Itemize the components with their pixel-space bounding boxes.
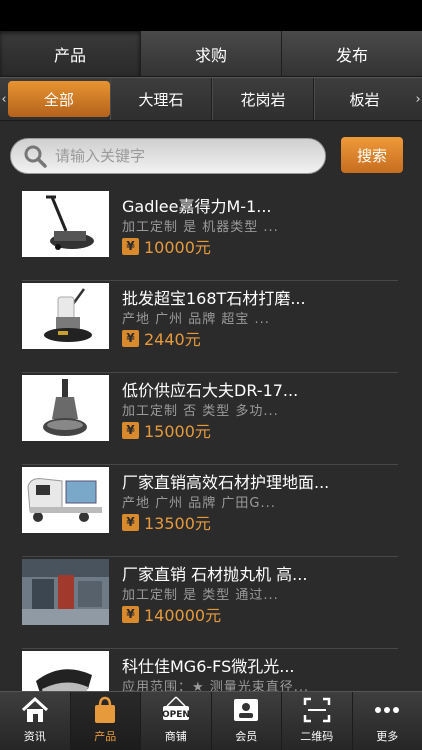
product-list: Gadlee嘉得力M-1... 加工定制 是 机器类型 ... ¥ 10000元… [0, 189, 422, 741]
nav-more[interactable]: 更多 [353, 692, 422, 750]
product-specs: 加工定制 是 类型 通过... [122, 588, 279, 603]
scan-icon [303, 697, 330, 723]
nav-label: 资讯 [23, 730, 46, 743]
price-value: 13500元 [144, 514, 211, 533]
product-title: Gadlee嘉得力M-1... [122, 197, 272, 216]
nav-products[interactable]: 产品 [70, 692, 141, 750]
product-specs: 产地 广州 品牌 超宝 ... [122, 312, 270, 327]
id-card-icon [234, 699, 259, 721]
product-price: ¥ 140000元 [122, 602, 221, 626]
product-thumbnail [22, 467, 109, 533]
product-thumbnail [22, 283, 109, 349]
yen-icon: ¥ [122, 513, 139, 531]
chevron-left-icon[interactable]: ‹ [0, 78, 8, 120]
product-title: 科仕佳MG6-FS微孔光... [122, 657, 295, 676]
yen-icon: ¥ [122, 329, 139, 347]
bottom-nav: 资讯 产品 OPEN 商铺 会员 二维码 更多 [0, 691, 422, 750]
price-value: 140000元 [144, 606, 222, 625]
list-item[interactable]: Gadlee嘉得力M-1... 加工定制 是 机器类型 ... ¥ 10000元 [22, 189, 398, 281]
product-specs: 加工定制 否 类型 多功... [122, 404, 279, 419]
product-price: ¥ 15000元 [122, 418, 211, 442]
category-all[interactable]: 全部 [7, 81, 110, 117]
product-specs: 产地 广州 品牌 广田G... [122, 496, 276, 511]
svg-text:OPEN: OPEN [162, 710, 190, 720]
product-specs: 加工定制 是 机器类型 ... [122, 220, 279, 235]
product-thumbnail [22, 375, 109, 441]
search-box[interactable] [10, 138, 326, 174]
product-price: ¥ 10000元 [122, 234, 211, 258]
category-slate[interactable]: 板岩 [314, 78, 414, 120]
yen-icon: ¥ [122, 237, 139, 255]
search-input[interactable] [55, 147, 305, 165]
shopping-bag-icon [95, 696, 116, 723]
chevron-right-icon[interactable]: › [414, 78, 422, 120]
nav-label: 二维码 [300, 730, 334, 743]
product-thumbnail [22, 559, 109, 625]
category-granite[interactable]: 花岗岩 [211, 78, 315, 120]
nav-member[interactable]: 会员 [212, 692, 282, 750]
nav-shops[interactable]: OPEN 商铺 [141, 692, 212, 750]
more-dots-icon [375, 707, 400, 713]
product-title: 厂家直销高效石材护理地面... [122, 473, 330, 492]
tab-products[interactable]: 产品 [0, 31, 141, 76]
search-icon [24, 145, 47, 168]
price-value: 15000元 [144, 422, 211, 441]
category-marble[interactable]: 大理石 [109, 78, 212, 120]
open-sign-icon: OPEN [162, 696, 190, 720]
home-icon [21, 696, 48, 722]
price-value: 10000元 [144, 238, 211, 257]
nav-label: 会员 [235, 730, 258, 743]
nav-news[interactable]: 资讯 [0, 692, 71, 750]
product-thumbnail [22, 191, 109, 257]
list-item[interactable]: 厂家直销高效石材护理地面... 产地 广州 品牌 广田G... ¥ 13500元 [22, 465, 398, 557]
search-button[interactable]: 搜索 [341, 137, 403, 173]
nav-label: 商铺 [164, 730, 187, 743]
product-price: ¥ 2440元 [122, 326, 201, 350]
product-title: 厂家直销 石材抛丸机 高... [122, 565, 308, 584]
nav-label: 产品 [94, 730, 117, 743]
product-title: 低价供应石大夫DR-17... [122, 381, 299, 400]
list-item[interactable]: 低价供应石大夫DR-17... 加工定制 否 类型 多功... ¥ 15000元 [22, 373, 398, 465]
top-tabs: 产品 求购 发布 [0, 31, 422, 77]
search-row: 搜索 [0, 121, 422, 189]
product-price: ¥ 13500元 [122, 510, 211, 534]
status-bar [0, 0, 422, 31]
tab-wanted[interactable]: 求购 [141, 31, 282, 76]
product-title: 批发超宝168T石材打磨... [122, 289, 306, 308]
list-item[interactable]: 厂家直销 石材抛丸机 高... 加工定制 是 类型 通过... ¥ 140000… [22, 557, 398, 649]
list-item[interactable]: 批发超宝168T石材打磨... 产地 广州 品牌 超宝 ... ¥ 2440元 [22, 281, 398, 373]
tab-publish[interactable]: 发布 [282, 31, 422, 76]
nav-qrcode[interactable]: 二维码 [282, 692, 353, 750]
nav-label: 更多 [376, 730, 399, 743]
yen-icon: ¥ [122, 605, 139, 623]
category-bar: ‹ 全部 大理石 花岗岩 板岩 › [0, 77, 422, 121]
price-value: 2440元 [144, 330, 201, 349]
yen-icon: ¥ [122, 421, 139, 439]
